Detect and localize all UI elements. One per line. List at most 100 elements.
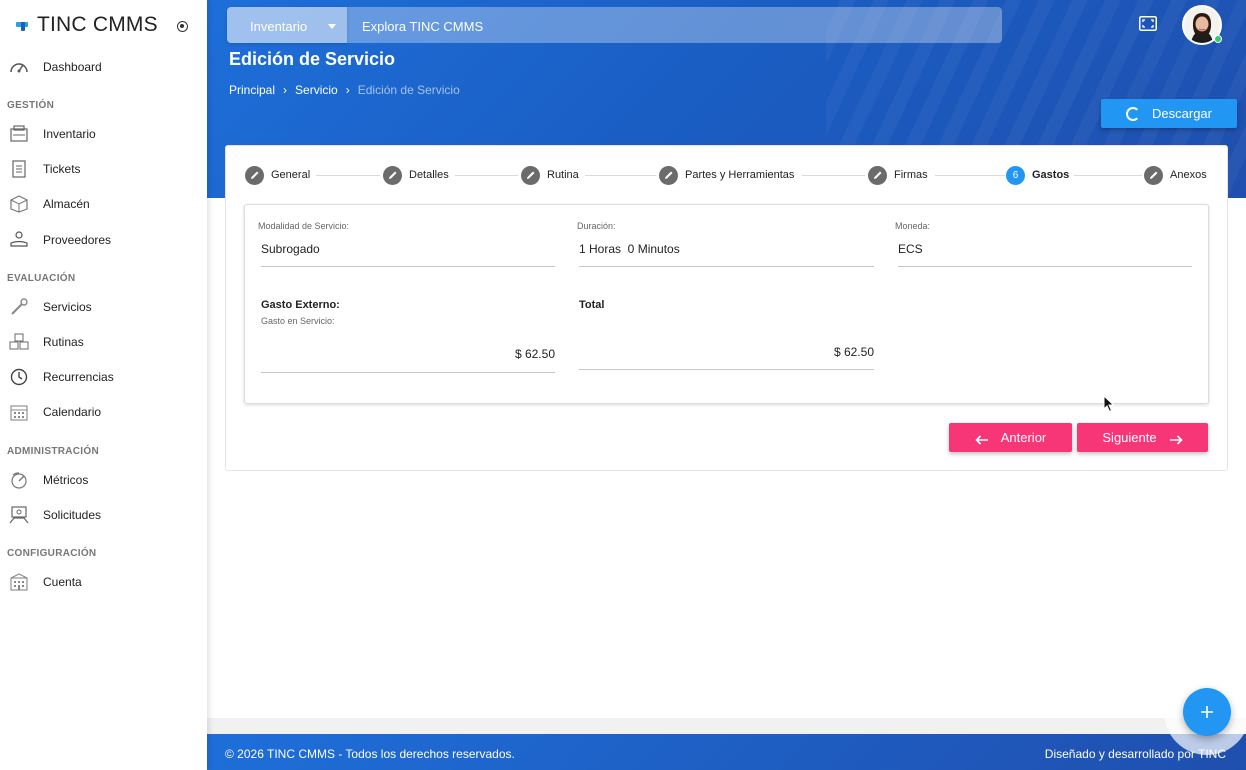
modalidad-field[interactable]: Subrogado bbox=[261, 242, 320, 256]
loading-spinner-icon bbox=[1126, 106, 1141, 121]
field-underline bbox=[579, 266, 874, 267]
wrench-icon bbox=[9, 297, 29, 317]
sidebar-item-label: Proveedores bbox=[43, 233, 112, 247]
sidebar-item-calendario[interactable]: Calendario bbox=[0, 395, 207, 429]
sidebar-toggle-icon[interactable] bbox=[177, 21, 188, 32]
supplier-icon bbox=[9, 230, 29, 250]
duracion-field[interactable]: 1 Horas 0 Minutos bbox=[579, 242, 680, 256]
sidebar-item-metricos[interactable]: Métricos bbox=[0, 463, 207, 497]
step-label: Partes y Herramientas bbox=[685, 169, 795, 181]
tinc-logo-icon bbox=[16, 19, 28, 31]
footer-spacer bbox=[207, 718, 1246, 734]
sidebar-item-label: Calendario bbox=[43, 405, 102, 419]
sidebar: TINC CMMS Dashboard GESTIÓN Inventario T… bbox=[0, 0, 207, 770]
stepper-connector bbox=[316, 175, 380, 176]
inventory-icon bbox=[9, 124, 29, 144]
arrow-left-icon bbox=[975, 433, 989, 445]
calendar-icon bbox=[9, 402, 29, 422]
search-category-select[interactable]: Inventario bbox=[227, 7, 347, 43]
breadcrumb: Principal › Servicio › Edición de Servic… bbox=[229, 83, 460, 97]
pencil-icon bbox=[1144, 165, 1163, 185]
moneda-field[interactable]: ECS bbox=[898, 242, 923, 256]
expenses-form: Modalidad de Servicio: Subrogado Duració… bbox=[244, 204, 1209, 404]
stepper-connector bbox=[585, 175, 656, 176]
box-icon bbox=[9, 194, 29, 214]
next-label: Siguiente bbox=[1102, 430, 1157, 445]
sidebar-item-dashboard[interactable]: Dashboard bbox=[0, 50, 207, 84]
download-button[interactable]: Descargar bbox=[1101, 99, 1237, 128]
step-label: Anexos bbox=[1170, 169, 1207, 181]
sidebar-item-label: Servicios bbox=[43, 300, 92, 314]
sidebar-item-label: Recurrencias bbox=[43, 370, 114, 384]
step-firmas[interactable]: Firmas bbox=[868, 164, 928, 186]
chevron-right-icon: › bbox=[283, 83, 288, 97]
sidebar-item-label: Inventario bbox=[43, 127, 96, 141]
step-partes-herramientas[interactable]: Partes y Herramientas bbox=[659, 164, 794, 186]
online-status-icon bbox=[1214, 35, 1222, 43]
moneda-label: Moneda: bbox=[895, 221, 931, 231]
sidebar-item-almacen[interactable]: Almacén bbox=[0, 187, 207, 221]
gasto-servicio-field[interactable]: $ 62.50 bbox=[261, 347, 555, 361]
brand[interactable]: TINC CMMS bbox=[16, 10, 158, 40]
step-gastos[interactable]: 6 Gastos bbox=[1006, 164, 1069, 186]
brand-name: TINC CMMS bbox=[37, 13, 158, 36]
add-button[interactable] bbox=[1183, 688, 1231, 736]
copyright-text: © 2026 TINC CMMS - Todos los derechos re… bbox=[225, 747, 515, 761]
search-category-label: Inventario bbox=[250, 19, 308, 34]
footer: © 2026 TINC CMMS - Todos los derechos re… bbox=[207, 734, 1246, 770]
section-gestion: GESTIÓN bbox=[7, 100, 55, 111]
sidebar-item-label: Dashboard bbox=[43, 60, 102, 74]
sidebar-item-solicitudes[interactable]: Solicitudes bbox=[0, 498, 207, 532]
step-detalles[interactable]: Detalles bbox=[383, 164, 449, 186]
stepper-connector bbox=[935, 175, 1005, 176]
gasto-servicio-label: Gasto en Servicio: bbox=[261, 316, 335, 326]
pencil-icon bbox=[245, 165, 264, 185]
step-general[interactable]: General bbox=[245, 164, 310, 186]
section-administracion: ADMINISTRACIÓN bbox=[7, 446, 99, 457]
sidebar-item-label: Solicitudes bbox=[43, 508, 102, 522]
field-underline bbox=[898, 266, 1192, 267]
breadcrumb-principal[interactable]: Principal bbox=[229, 83, 275, 97]
breadcrumb-current: Edición de Servicio bbox=[357, 83, 460, 97]
service-edit-card: General Detalles Rutina Partes y Herrami… bbox=[225, 145, 1228, 471]
request-icon bbox=[9, 505, 29, 525]
sidebar-item-cuenta[interactable]: Cuenta bbox=[0, 565, 207, 599]
sidebar-item-servicios[interactable]: Servicios bbox=[0, 290, 207, 324]
pencil-icon bbox=[521, 165, 540, 185]
sidebar-item-label: Tickets bbox=[43, 162, 81, 176]
sidebar-item-label: Almacén bbox=[43, 197, 90, 211]
step-label: Firmas bbox=[894, 169, 928, 181]
sidebar-item-tickets[interactable]: Tickets bbox=[0, 152, 207, 186]
section-configuracion: CONFIGURACIÓN bbox=[7, 548, 97, 559]
step-label: Rutina bbox=[547, 169, 579, 181]
sidebar-item-inventario[interactable]: Inventario bbox=[0, 117, 207, 151]
sidebar-item-rutinas[interactable]: Rutinas bbox=[0, 325, 207, 359]
field-underline bbox=[579, 369, 874, 370]
sidebar-item-recurrencias[interactable]: Recurrencias bbox=[0, 360, 207, 394]
pencil-icon bbox=[659, 165, 678, 185]
cubes-icon bbox=[9, 332, 29, 352]
arrow-right-icon bbox=[1169, 433, 1183, 445]
speedometer-icon bbox=[9, 57, 29, 77]
breadcrumb-servicio[interactable]: Servicio bbox=[295, 83, 338, 97]
modalidad-label: Modalidad de Servicio: bbox=[258, 221, 350, 231]
previous-button[interactable]: Anterior bbox=[949, 423, 1072, 452]
pencil-icon bbox=[383, 165, 402, 185]
duracion-label: Duración: bbox=[577, 221, 616, 231]
step-rutina[interactable]: Rutina bbox=[521, 164, 579, 186]
caret-down-icon bbox=[328, 24, 336, 29]
search-input[interactable] bbox=[362, 17, 962, 35]
sidebar-item-proveedores[interactable]: Proveedores bbox=[0, 223, 207, 257]
gasto-externo-title: Gasto Externo: bbox=[261, 299, 340, 311]
ticket-icon bbox=[9, 159, 29, 179]
next-button[interactable]: Siguiente bbox=[1077, 423, 1208, 452]
step-anexos[interactable]: Anexos bbox=[1144, 164, 1207, 186]
plus-icon bbox=[1201, 706, 1213, 718]
step-label: Detalles bbox=[409, 169, 449, 181]
fullscreen-icon[interactable] bbox=[1139, 16, 1157, 31]
total-field: $ 62.50 bbox=[833, 345, 874, 359]
download-label: Descargar bbox=[1152, 106, 1212, 121]
pencil-icon bbox=[868, 165, 887, 185]
step-number-badge: 6 bbox=[1006, 165, 1025, 185]
stepper-connector bbox=[455, 175, 518, 176]
